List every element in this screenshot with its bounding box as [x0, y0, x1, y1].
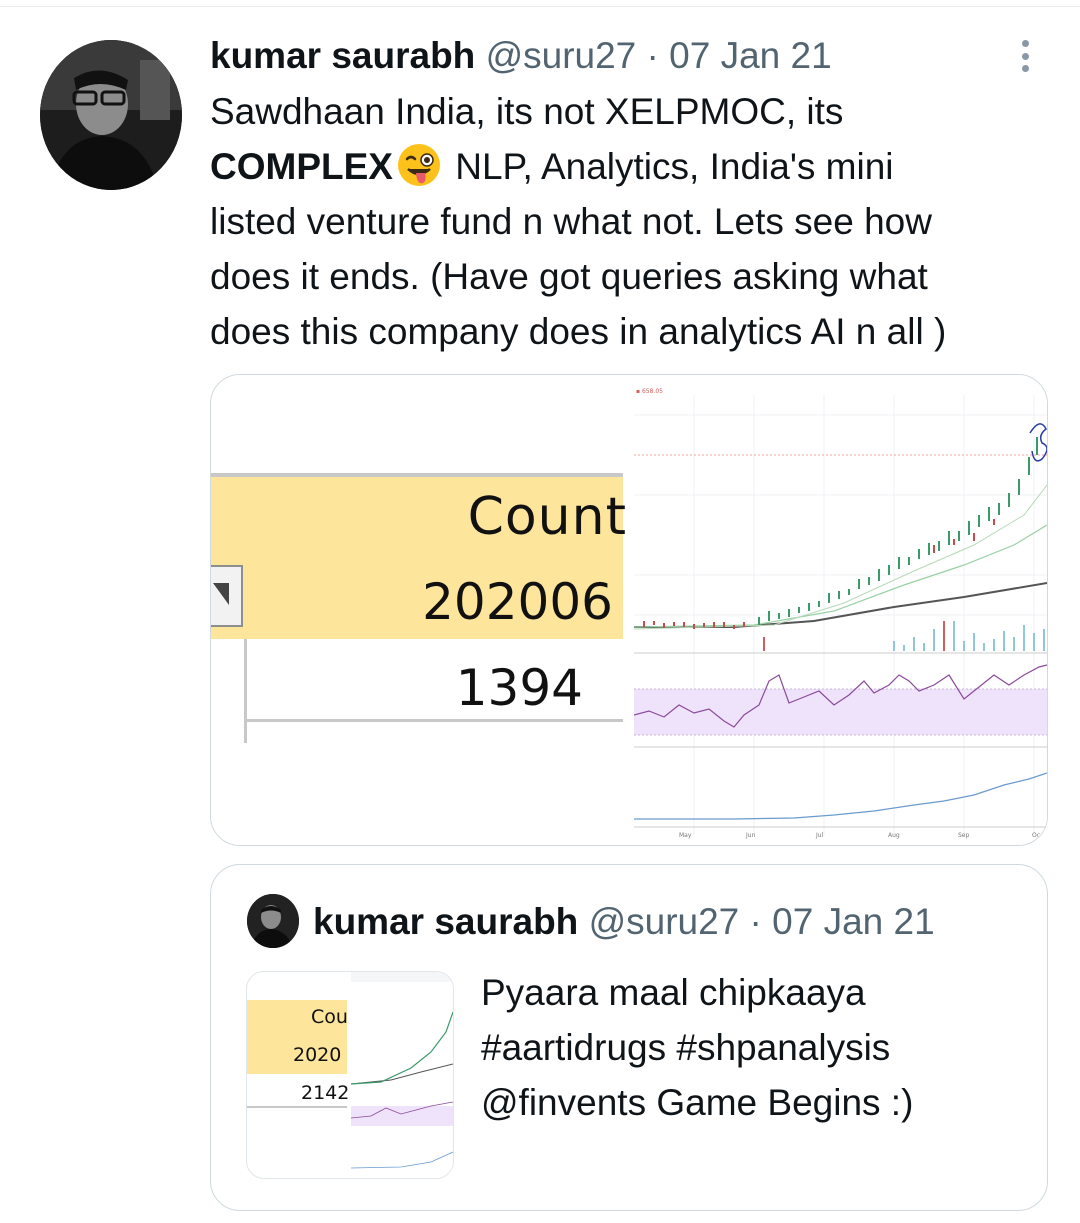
tweet-text: Sawdhaan India, its not XELPMOC, its COM… [210, 84, 1040, 359]
filter-dropdown-icon [211, 565, 243, 627]
author-avatar[interactable] [40, 40, 182, 190]
stock-chart-graphic: ▪ 658.05 May Jun Jul Aug Sep Oc [633, 375, 1047, 845]
media-image-spreadsheet[interactable]: Count 202006 1394 [211, 375, 631, 845]
x-tick-label: Jun [745, 832, 756, 839]
tweet-text-line: listed venture fund n what not. Lets see… [210, 201, 932, 242]
x-tick-label: Oc [1032, 832, 1040, 839]
x-tick-label: Aug [888, 832, 900, 839]
x-tick-label: May [679, 832, 692, 839]
tweet-text-bold: COMPLEX [210, 146, 393, 187]
quoted-author-name: kumar saurabh [313, 901, 579, 942]
tweet-media-grid: Count 202006 1394 ▪ 658.05 May Jun Jul A… [210, 374, 1048, 846]
thumb-sheet-count-header: Cou [311, 1006, 348, 1028]
sheet-period-value: 202006 [422, 573, 613, 631]
quoted-media-thumbnail[interactable]: Cou 2020 2142 [246, 971, 454, 1179]
winking-face-with-tongue-icon [397, 143, 441, 187]
quoted-author-avatar[interactable] [247, 894, 299, 948]
sheet-gridline [247, 719, 623, 722]
x-tick-label: Sep [958, 832, 970, 839]
header-separator: · [646, 35, 659, 76]
author-handle[interactable]: @suru27 [486, 35, 637, 76]
media-image-stock-chart[interactable]: ▪ 658.05 May Jun Jul Aug Sep Oc [633, 375, 1047, 845]
thumb-sheet-gridline [247, 1106, 347, 1108]
more-options-icon[interactable] [1010, 36, 1040, 76]
quoted-header-separator: · [749, 901, 762, 942]
tweet-text-line: does this company does in analytics AI n… [210, 311, 947, 352]
tweet-text-line: does it ends. (Have got queries asking w… [210, 256, 928, 297]
sheet-gridline [244, 639, 247, 743]
top-divider [0, 6, 1080, 7]
thumb-sheet-value: 2142 [301, 1082, 350, 1104]
thumb-stock-chart-graphic [351, 972, 453, 1178]
sheet-count-value: 1394 [455, 659, 583, 717]
sheet-count-header: Count [467, 487, 627, 547]
tweet-text-line: Sawdhaan India, its not XELPMOC, its [210, 91, 844, 132]
quoted-tweet-date: 07 Jan 21 [772, 901, 935, 942]
tweet-header: kumar saurabh @suru27 · 07 Jan 21 [210, 32, 1000, 80]
quoted-tweet[interactable]: kumar saurabh @suru27 · 07 Jan 21 Cou 20… [210, 864, 1048, 1211]
tweet-date[interactable]: 07 Jan 21 [669, 35, 832, 76]
thumb-sheet-period: 2020 [293, 1044, 342, 1066]
quoted-text-line: @finvents Game Begins :) [481, 1082, 914, 1123]
quoted-tweet-header: kumar saurabh @suru27 · 07 Jan 21 [313, 898, 935, 946]
x-tick-label: Jul [815, 832, 824, 839]
quoted-author-handle: @suru27 [588, 901, 740, 942]
tweet-text-line: NLP, Analytics, India's mini [444, 146, 894, 187]
quoted-text-line: #aartidrugs #shpanalysis [481, 1027, 891, 1068]
author-name[interactable]: kumar saurabh [210, 35, 475, 76]
quoted-text-line: Pyaara maal chipkaaya [481, 972, 866, 1013]
quoted-tweet-text: Pyaara maal chipkaaya #aartidrugs #shpan… [481, 965, 1021, 1130]
svg-text:▪ 658.05: ▪ 658.05 [636, 388, 663, 395]
